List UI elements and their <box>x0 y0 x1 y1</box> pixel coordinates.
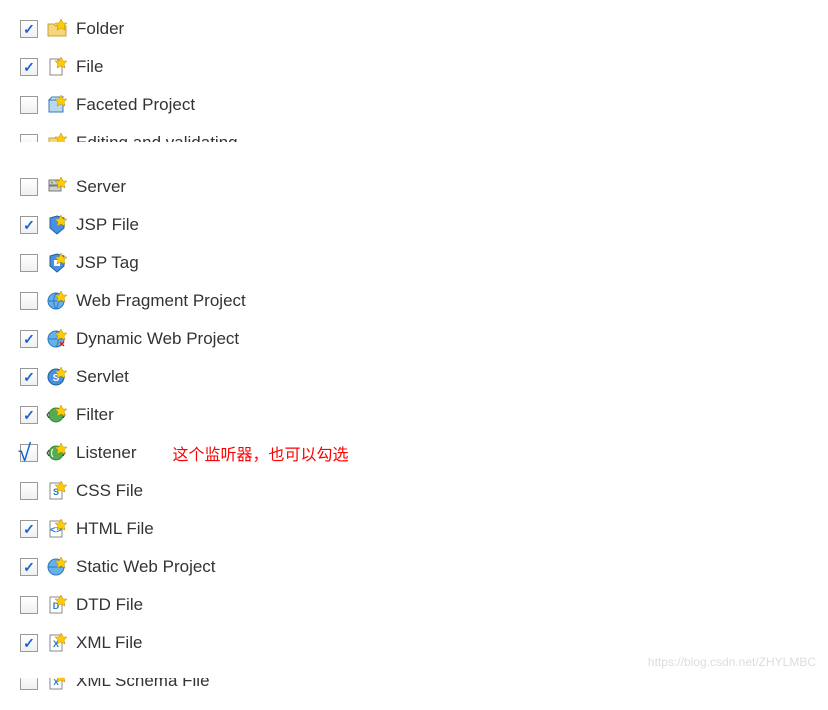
item-label: Static Web Project <box>76 557 216 577</box>
item-label: Server <box>76 177 126 197</box>
item-label: CSS File <box>76 481 143 501</box>
jspfile-icon <box>46 214 68 236</box>
checkbox[interactable] <box>20 20 38 38</box>
list-item: File <box>20 48 808 86</box>
xsd-icon: X <box>46 670 68 692</box>
list-item: Filter <box>20 396 808 434</box>
list-item: Dynamic Web Project <box>20 320 808 358</box>
list-item: <> HTML File <box>20 510 808 548</box>
checkbox[interactable] <box>20 254 38 272</box>
webfrag-icon <box>46 290 68 312</box>
listener-icon <box>46 442 68 464</box>
list-item: JSP Tag <box>20 244 808 282</box>
item-label: Listener <box>76 443 136 463</box>
faceted-icon <box>46 94 68 116</box>
checkbox[interactable] <box>20 406 38 424</box>
filter-icon <box>46 404 68 426</box>
annotation-text: 这个监听器，也可以勾选 <box>172 441 348 465</box>
xml-icon: X <box>46 632 68 654</box>
checkbox[interactable] <box>20 96 38 114</box>
checkbox[interactable] <box>20 178 38 196</box>
item-label: HTML File <box>76 519 154 539</box>
checkbox-list: Folder File Faceted Project Editing and val… <box>20 10 808 700</box>
checkbox[interactable] <box>20 482 38 500</box>
list-item: Web Fragment Project <box>20 282 808 320</box>
watermark-text: https://blog.csdn.net/ZHYLMBC <box>648 655 816 669</box>
list-item: S CSS File <box>20 472 808 510</box>
item-label: XML File <box>76 633 142 653</box>
item-label: Filter <box>76 405 114 425</box>
checkbox[interactable] <box>20 596 38 614</box>
checkbox[interactable] <box>20 216 38 234</box>
list-item: D DTD File <box>20 586 808 624</box>
checkbox[interactable] <box>20 292 38 310</box>
item-label: Editing and validating <box>76 133 238 153</box>
checkbox[interactable] <box>20 368 38 386</box>
item-label: DTD File <box>76 595 143 615</box>
item-label: JSP File <box>76 215 139 235</box>
checkbox[interactable] <box>20 520 38 538</box>
server-icon <box>46 176 68 198</box>
checkbox[interactable] <box>20 58 38 76</box>
item-label: JSP Tag <box>76 253 139 273</box>
dynweb-icon <box>46 328 68 350</box>
list-item: JSP File <box>20 206 808 244</box>
list-item: Folder <box>20 10 808 48</box>
item-label: Servlet <box>76 367 129 387</box>
item-label: XML Schema File <box>76 671 210 691</box>
list-item: Listener 这个监听器，也可以勾选 <box>20 434 808 472</box>
item-label: Web Fragment Project <box>76 291 246 311</box>
list-item: Server <box>20 168 808 206</box>
checkbox[interactable] <box>20 330 38 348</box>
checkbox[interactable] <box>20 558 38 576</box>
dtd-icon: D <box>46 594 68 616</box>
item-label: File <box>76 57 103 77</box>
staticweb-icon <box>46 556 68 578</box>
file-icon <box>46 56 68 78</box>
servlet-icon: S <box>46 366 68 388</box>
checkbox[interactable] <box>20 444 38 462</box>
edit-icon <box>46 132 68 154</box>
list-item: Faceted Project <box>20 86 808 124</box>
list-item: S Servlet <box>20 358 808 396</box>
checkbox[interactable] <box>20 134 38 152</box>
jsptag-icon <box>46 252 68 274</box>
checkbox[interactable] <box>20 634 38 652</box>
item-label: Faceted Project <box>76 95 195 115</box>
list-item: Editing and validating <box>20 124 808 162</box>
item-label: Folder <box>76 19 124 39</box>
list-item: Static Web Project <box>20 548 808 586</box>
folder-icon <box>46 18 68 40</box>
css-icon: S <box>46 480 68 502</box>
html-icon: <> <box>46 518 68 540</box>
item-label: Dynamic Web Project <box>76 329 239 349</box>
